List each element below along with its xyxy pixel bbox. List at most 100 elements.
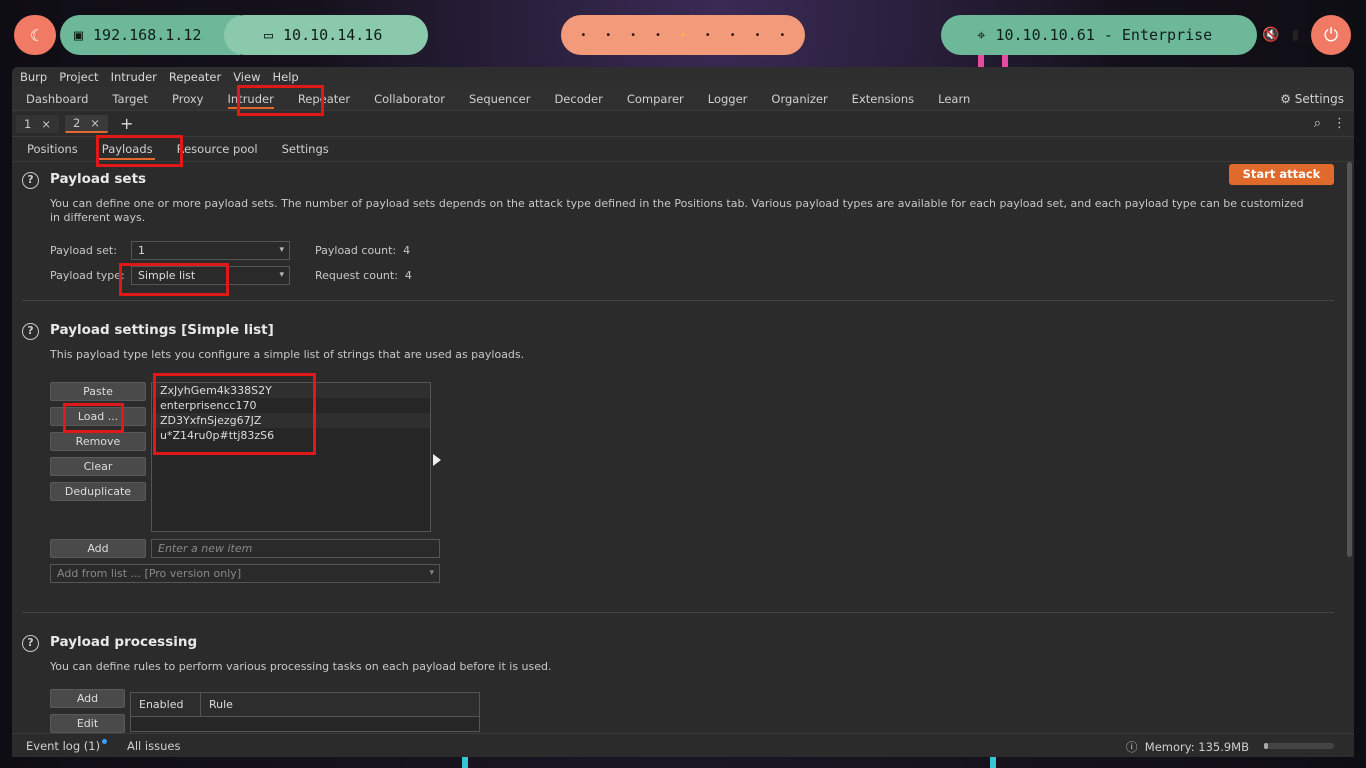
notification-dot-icon xyxy=(102,739,108,744)
payload-sets-title: Payload sets xyxy=(50,171,147,187)
menu-view[interactable]: View xyxy=(229,70,268,84)
tab-tools: ⌕ ⋮ xyxy=(1314,116,1346,131)
more-vertical-icon[interactable]: ⋮ xyxy=(1333,116,1346,131)
tab-intruder[interactable]: Intruder xyxy=(216,87,286,111)
attack-tab-2[interactable]: 2 × xyxy=(64,114,108,133)
divider xyxy=(22,300,1334,301)
new-tab-plus-icon[interactable]: + xyxy=(120,114,133,133)
search-icon[interactable]: ⌕ xyxy=(1314,116,1321,131)
wallpaper-stripe xyxy=(1002,55,1008,67)
event-log-button[interactable]: Event log (1) xyxy=(26,739,108,753)
tab-target[interactable]: Target xyxy=(100,87,160,111)
processing-add-button[interactable]: Add xyxy=(50,689,125,708)
processing-edit-button[interactable]: Edit xyxy=(50,714,125,733)
tab-organizer[interactable]: Organizer xyxy=(759,87,839,111)
column-enabled[interactable]: Enabled xyxy=(131,693,201,716)
tab-settings[interactable]: Settings xyxy=(271,137,339,162)
list-item[interactable]: ZD3YxfnSjezg67JZ xyxy=(152,413,430,428)
all-issues-button[interactable]: All issues xyxy=(127,739,180,753)
tab-resource-pool[interactable]: Resource pool xyxy=(166,137,268,162)
list-item[interactable]: u*Z14ru0p#ttj83zS6 xyxy=(152,428,430,443)
crosshair-icon: ⌖ xyxy=(977,26,986,44)
payload-set-select[interactable]: 1 ▾ xyxy=(131,241,290,260)
payload-list[interactable]: ZxJyhGem4k338S2Y enterprisencc170 ZD3Yxf… xyxy=(151,382,431,532)
table-header: Enabled Rule xyxy=(131,693,479,717)
tab-dashboard[interactable]: Dashboard xyxy=(14,87,100,111)
kali-menu-button[interactable]: ☾ xyxy=(14,15,56,55)
tab-learn[interactable]: Learn xyxy=(926,87,982,111)
clear-button[interactable]: Clear xyxy=(50,457,146,476)
start-attack-button[interactable]: Start attack xyxy=(1229,164,1334,185)
system-tray: 🔇 ▮ ⏻ xyxy=(1262,15,1352,55)
tab-comparer[interactable]: Comparer xyxy=(615,87,696,111)
vpn-ip-widget[interactable]: ▭ 10.10.14.16 xyxy=(224,15,428,55)
workspace-dot[interactable]: • xyxy=(580,30,586,41)
deduplicate-button[interactable]: Deduplicate xyxy=(50,482,146,501)
power-button[interactable]: ⏻ xyxy=(1311,15,1352,55)
list-item[interactable]: enterprisencc170 xyxy=(152,398,430,413)
close-icon[interactable]: × xyxy=(90,116,100,130)
vpn-ip-text: 10.10.14.16 xyxy=(283,26,383,44)
target-widget[interactable]: ⌖ 10.10.10.61 - Enterprise xyxy=(941,15,1257,55)
column-rule[interactable]: Rule xyxy=(201,693,233,716)
lan-ip-widget[interactable]: ▣ 192.168.1.12 xyxy=(60,15,240,55)
payload-settings-description: This payload type lets you configure a s… xyxy=(50,348,525,361)
processing-rules-table[interactable]: Enabled Rule xyxy=(130,692,480,732)
paste-button[interactable]: Paste xyxy=(50,382,146,401)
gear-icon: ⚙ xyxy=(1280,92,1291,106)
help-icon[interactable]: ? xyxy=(22,635,39,652)
workspace-dot[interactable]: • xyxy=(605,30,611,41)
tab-payloads[interactable]: Payloads xyxy=(91,137,163,162)
menu-intruder[interactable]: Intruder xyxy=(107,70,165,84)
request-count-label: Request count: 4 xyxy=(315,269,412,282)
menu-repeater[interactable]: Repeater xyxy=(165,70,229,84)
attack-tab-1[interactable]: 1 × xyxy=(16,114,59,133)
load-button[interactable]: Load ... xyxy=(50,407,146,426)
workspace-dot[interactable]: • xyxy=(755,30,761,41)
tab-sequencer[interactable]: Sequencer xyxy=(457,87,542,111)
tab-logger[interactable]: Logger xyxy=(696,87,760,111)
target-text: 10.10.10.61 - Enterprise xyxy=(995,26,1213,44)
workspace-switcher[interactable]: • • • • • • • • • xyxy=(561,15,805,55)
tab-proxy[interactable]: Proxy xyxy=(160,87,216,111)
add-from-list-select[interactable]: Add from list ... [Pro version only] ▾ xyxy=(50,564,440,583)
tab-positions[interactable]: Positions xyxy=(16,137,88,162)
payload-type-select[interactable]: Simple list ▾ xyxy=(131,266,290,285)
mouse-cursor-icon xyxy=(433,454,441,466)
add-item-button[interactable]: Add xyxy=(50,539,146,558)
workspace-dot[interactable]: • xyxy=(705,30,711,41)
menu-project[interactable]: Project xyxy=(55,70,106,84)
help-icon[interactable]: ? xyxy=(22,323,39,340)
menu-help[interactable]: Help xyxy=(268,70,306,84)
settings-button[interactable]: ⚙ Settings xyxy=(1280,87,1344,111)
status-bar: Event log (1) All issues ⓘ Memory: 135.9… xyxy=(12,733,1354,757)
chevron-down-icon: ▾ xyxy=(279,270,284,280)
workspace-dot[interactable]: • xyxy=(630,30,636,41)
battery-icon[interactable]: ▮ xyxy=(1291,27,1299,43)
workspace-dot[interactable]: • xyxy=(680,30,686,41)
menu-bar: Burp Project Intruder Repeater View Help xyxy=(12,67,1354,87)
payload-count-value: 4 xyxy=(403,244,411,257)
vertical-scrollbar[interactable] xyxy=(1347,162,1352,557)
monitor-icon: ▣ xyxy=(74,26,84,44)
remove-button[interactable]: Remove xyxy=(50,432,146,451)
close-icon[interactable]: × xyxy=(41,117,51,131)
workspace-dot[interactable]: • xyxy=(730,30,736,41)
memory-indicator: ⓘ Memory: 135.9MB xyxy=(1125,740,1249,754)
menu-burp[interactable]: Burp xyxy=(16,70,55,84)
info-icon: ⓘ xyxy=(1125,740,1138,754)
divider xyxy=(22,612,1334,613)
tab-repeater[interactable]: Repeater xyxy=(286,87,362,111)
new-item-input[interactable]: Enter a new item xyxy=(151,539,440,558)
help-icon[interactable]: ? xyxy=(22,172,39,189)
tab-decoder[interactable]: Decoder xyxy=(542,87,614,111)
tab-collaborator[interactable]: Collaborator xyxy=(362,87,457,111)
kali-dragon-icon: ☾ xyxy=(30,25,40,45)
workspace-dot[interactable]: • xyxy=(779,30,785,41)
workspace-dot[interactable]: • xyxy=(655,30,661,41)
volume-muted-icon[interactable]: 🔇 xyxy=(1262,27,1279,43)
list-item[interactable]: ZxJyhGem4k338S2Y xyxy=(152,383,430,398)
main-tab-bar: Dashboard Target Proxy Intruder Repeater Coll… xyxy=(12,87,1354,111)
payload-settings-title: Payload settings [Simple list] xyxy=(50,322,274,338)
tab-extensions[interactable]: Extensions xyxy=(840,87,926,111)
